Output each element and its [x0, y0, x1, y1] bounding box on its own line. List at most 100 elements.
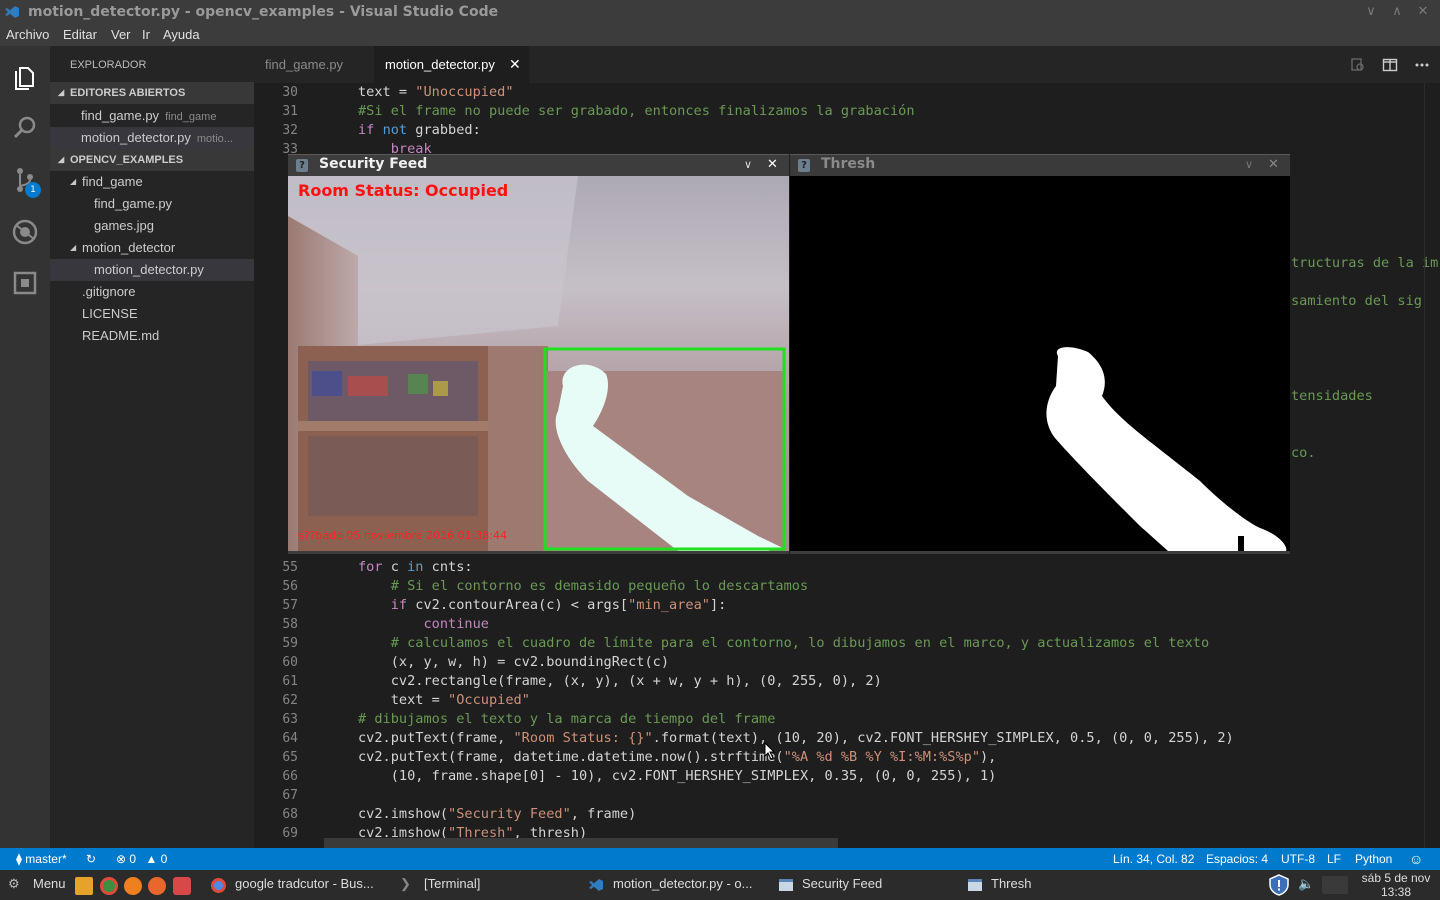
taskbar-window-terminal[interactable]: [Terminal]: [424, 876, 480, 891]
code-line: cv2.imshow("Security Feed", frame): [358, 806, 637, 822]
explorer-header: EXPLORADOR: [70, 59, 147, 71]
git-branch-item[interactable]: ⧫ master*: [16, 848, 67, 870]
code-line: text = "Unoccupied": [358, 84, 514, 100]
open-editor-desc: motio...: [196, 133, 233, 145]
line-number: 61: [282, 674, 298, 689]
thresh-view: [790, 176, 1290, 551]
search-icon[interactable]: [9, 112, 41, 144]
tree-file[interactable]: LICENSE: [50, 303, 254, 325]
tree-item-label: LICENSE: [82, 306, 138, 321]
open-editor-item[interactable]: motion_detector.py motio...: [50, 127, 254, 149]
code-line: #Si el frame no puede ser grabado, enton…: [358, 103, 915, 119]
tree-file-selected[interactable]: motion_detector.py: [50, 259, 254, 281]
chevron-down-icon: ◢: [58, 88, 65, 97]
tree-item-label: motion_detector: [82, 240, 176, 255]
tree-file[interactable]: README.md: [50, 325, 254, 347]
code-fragment: co.: [1291, 445, 1316, 461]
tab-find-game[interactable]: find_game.py: [254, 46, 374, 83]
line-number: 65: [282, 750, 298, 765]
shield-icon[interactable]: [1268, 874, 1290, 896]
security-feed-window[interactable]: ? Security Feed ∨ ✕ Room Status: Occupie…: [288, 154, 789, 554]
window-icon: [779, 879, 793, 891]
close-tab-icon[interactable]: ✕: [509, 46, 521, 83]
todo-app-icon[interactable]: [173, 877, 191, 895]
code-fragment: tructuras de la im: [1291, 255, 1439, 271]
indentation[interactable]: Espacios: 4: [1206, 848, 1268, 870]
tab-label: motion_detector.py: [385, 57, 495, 72]
files-app-icon[interactable]: [75, 877, 93, 895]
security-feed-titlebar[interactable]: ? Security Feed ∨ ✕: [288, 154, 789, 176]
firefox-app-icon[interactable]: [148, 877, 166, 895]
encoding[interactable]: UTF-8: [1281, 848, 1315, 870]
tree-folder-find-game[interactable]: ◢ find_game: [50, 171, 254, 193]
line-number: 57: [282, 598, 298, 613]
close-icon[interactable]: ✕: [1268, 157, 1279, 172]
problems-item[interactable]: ⊗ 0 ▲ 0: [116, 848, 167, 870]
maximize-button[interactable]: ∧: [1384, 0, 1410, 24]
sublime-app-icon[interactable]: [124, 877, 142, 895]
language-mode[interactable]: Python: [1355, 848, 1392, 870]
extensions-icon[interactable]: [9, 267, 41, 299]
tab-motion-detector[interactable]: motion_detector.py ✕: [374, 46, 529, 83]
taskbar-window-security-feed[interactable]: Security Feed: [802, 876, 882, 891]
help-icon: ?: [296, 159, 308, 172]
debug-icon[interactable]: [9, 216, 41, 248]
thresh-window[interactable]: ? Thresh ∨ ✕: [790, 154, 1290, 554]
line-number: 31: [282, 104, 298, 119]
tree-file[interactable]: find_game.py: [50, 193, 254, 215]
git-branch-label: master*: [25, 852, 67, 866]
error-count: 0: [129, 852, 137, 866]
tree-item-label: find_game: [82, 174, 143, 189]
cursor-position[interactable]: Lín. 34, Col. 82: [1113, 848, 1194, 870]
split-editor-icon[interactable]: [1382, 57, 1398, 73]
tree-folder-motion-detector[interactable]: ◢ motion_detector: [50, 237, 254, 259]
volume-icon[interactable]: 🔈: [1298, 876, 1314, 892]
tree-file[interactable]: .gitignore: [50, 281, 254, 303]
more-actions-icon[interactable]: [1414, 57, 1430, 73]
line-number: 56: [282, 579, 298, 594]
code-fragment: samiento del sig: [1291, 293, 1422, 309]
close-icon[interactable]: ✕: [767, 157, 778, 172]
taskbar-window-chrome[interactable]: google tradcutor - Bus...: [235, 876, 374, 891]
clock[interactable]: sáb 5 de nov 13:38: [1352, 871, 1440, 899]
feedback-smiley-icon[interactable]: ☺: [1409, 848, 1423, 870]
open-editors-section[interactable]: ◢ EDITORES ABIERTOS: [50, 82, 254, 104]
chrome-app-icon[interactable]: [100, 877, 118, 895]
menu-ver[interactable]: Ver: [111, 27, 131, 42]
open-changes-icon[interactable]: [1350, 57, 1366, 73]
explorer-sidebar: EXPLORADOR ◢ EDITORES ABIERTOS find_game…: [50, 46, 254, 848]
chevron-down-icon[interactable]: ∨: [744, 158, 752, 171]
chrome-window-icon: [211, 878, 226, 893]
code-line: # dibujamos el texto y la marca de tiemp…: [358, 711, 776, 727]
tree-file[interactable]: games.jpg: [50, 215, 254, 237]
tree-item-label: README.md: [82, 328, 160, 343]
taskbar-window-vscode[interactable]: motion_detector.py - o...: [613, 876, 752, 891]
status-bar: ⧫ master* ↻ ⊗ 0 ▲ 0 Lín. 34, Col. 82 Esp…: [0, 848, 1440, 870]
tab-label: find_game.py: [265, 57, 344, 72]
workspace-section[interactable]: ◢ OPENCV_EXAMPLES: [50, 149, 254, 171]
taskbar-window-thresh[interactable]: Thresh: [991, 876, 1031, 891]
open-editor-name: find_game.py: [81, 108, 160, 123]
thresh-titlebar[interactable]: ? Thresh ∨ ✕: [790, 154, 1290, 176]
code-line: cv2.putText(frame, datetime.datetime.now…: [358, 749, 997, 765]
horizontal-scrollbar[interactable]: [324, 838, 838, 848]
tree-item-label: find_game.py: [94, 196, 173, 211]
menu-editar[interactable]: Editar: [63, 27, 97, 42]
activity-bar: 1: [0, 46, 50, 848]
menu-ayuda[interactable]: Ayuda: [163, 27, 200, 42]
menu-gear-icon[interactable]: ⚙: [8, 876, 20, 892]
clock-date: sáb 5 de nov: [1361, 871, 1431, 885]
open-editor-item[interactable]: find_game.py find_game: [50, 105, 254, 127]
start-menu-button[interactable]: Menu: [33, 876, 66, 891]
menu-archivo[interactable]: Archivo: [6, 27, 49, 42]
menu-ir[interactable]: Ir: [142, 27, 150, 42]
close-window-button[interactable]: ✕: [1410, 0, 1436, 24]
sync-icon[interactable]: ↻: [86, 848, 96, 870]
minimize-button[interactable]: ∨: [1358, 0, 1384, 24]
chevron-down-icon[interactable]: ∨: [1245, 158, 1253, 171]
timestamp-overlay: s??bado 05 noviembre 2016 01:38:44: [298, 529, 508, 542]
camera-frame-image: [288, 176, 789, 551]
network-icon[interactable]: [1322, 876, 1348, 894]
explorer-icon[interactable]: [9, 61, 41, 93]
line-ending[interactable]: LF: [1327, 848, 1341, 870]
